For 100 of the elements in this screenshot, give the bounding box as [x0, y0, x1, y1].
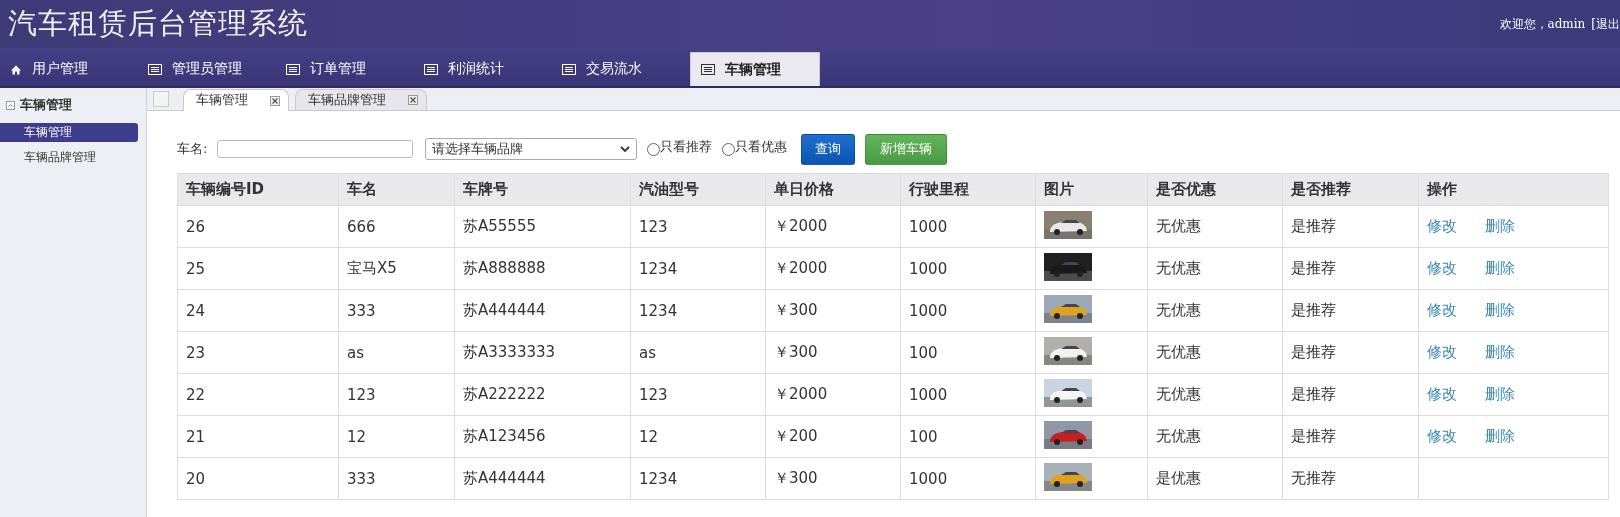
table-cell: 无优惠	[1147, 289, 1283, 332]
table-cell: 1000	[900, 373, 1036, 416]
table-cell: 无优惠	[1147, 247, 1283, 290]
list-icon	[424, 62, 438, 76]
table-cell: 苏A888888	[454, 247, 631, 290]
table-cell: 123	[630, 373, 766, 416]
field-label: 车名:	[177, 140, 208, 158]
logout-link[interactable]: [退出	[1591, 15, 1620, 33]
nav-tab[interactable]: 订单管理	[276, 52, 406, 86]
edit-link[interactable]: 修改	[1427, 301, 1457, 320]
delete-link[interactable]: 删除	[1485, 343, 1515, 362]
table-cell: as	[630, 331, 766, 374]
collapse-icon[interactable]	[6, 100, 15, 110]
column-header: 车辆编号ID	[177, 173, 339, 206]
table-cell: 123	[630, 205, 766, 248]
delete-link[interactable]: 删除	[1485, 385, 1515, 404]
table-cell: 20	[177, 457, 339, 500]
table-cell: 333	[338, 289, 455, 332]
delete-link[interactable]: 删除	[1485, 217, 1515, 236]
table-cell: ￥2000	[765, 247, 901, 290]
name-input-field[interactable]	[217, 140, 414, 158]
list-icon	[286, 62, 300, 76]
option-label: 只看优惠	[735, 137, 788, 156]
table-cell: 666	[338, 205, 455, 248]
column-header: 是否推荐	[1282, 173, 1419, 206]
table-cell: as	[338, 331, 455, 374]
table-cell: 无推荐	[1282, 457, 1419, 500]
table-cell: 100	[900, 415, 1036, 458]
column-header: 车牌号	[454, 173, 631, 206]
table-cell: 是推荐	[1282, 289, 1419, 332]
nav-tab[interactable]: 交易流水	[552, 52, 682, 86]
table-cell: 是推荐	[1282, 331, 1419, 374]
edit-link[interactable]: 修改	[1427, 259, 1457, 278]
sidebar-item[interactable]: 车辆管理	[0, 123, 138, 142]
edit-link[interactable]: 修改	[1427, 217, 1457, 236]
table-cell: 苏A444444	[454, 457, 631, 500]
table-cell: 是推荐	[1282, 373, 1419, 416]
table-cell: 苏A222222	[454, 373, 631, 416]
table-cell: 无优惠	[1147, 331, 1283, 374]
column-header: 图片	[1035, 173, 1148, 206]
table-cell: 无优惠	[1147, 415, 1283, 458]
table-cell: 100	[900, 331, 1036, 374]
table-cell: 333	[338, 457, 455, 500]
table-cell: 1234	[630, 289, 766, 332]
table-cell: 12	[630, 415, 766, 458]
nav-tab[interactable]: 用户管理	[0, 52, 130, 86]
table-cell: 无优惠	[1147, 205, 1283, 248]
table-cell: 无优惠	[1147, 373, 1283, 416]
table-cell: 苏A123456	[454, 415, 631, 458]
table-cell: ￥300	[765, 331, 901, 374]
brand-select[interactable]: 请选择车辆品牌	[425, 138, 638, 160]
delete-link[interactable]: 删除	[1485, 427, 1515, 446]
table-cell: 1234	[630, 247, 766, 290]
table-cell: 1000	[900, 205, 1036, 248]
table-cell: 23	[177, 331, 339, 374]
add-button[interactable]: 新增车辆	[865, 133, 948, 165]
table-cell: 苏A55555	[454, 205, 631, 248]
list-icon	[562, 62, 576, 76]
app-title: 汽车租赁后台管理系统	[8, 5, 308, 42]
search-button[interactable]: 查询	[801, 133, 856, 165]
delete-link[interactable]: 删除	[1485, 301, 1515, 320]
table-cell: 1000	[900, 289, 1036, 332]
table-cell: ￥2000	[765, 373, 901, 416]
radio-button[interactable]	[722, 142, 736, 156]
table-cell: 21	[177, 415, 339, 458]
list-icon	[701, 63, 715, 76]
edit-link[interactable]: 修改	[1427, 343, 1457, 362]
chevron-down-icon	[620, 145, 631, 153]
column-header: 操作	[1418, 173, 1609, 206]
table-cell: 24	[177, 289, 339, 332]
table-cell: ￥300	[765, 457, 901, 500]
table-cell: 1000	[900, 457, 1036, 500]
table-cell: 是推荐	[1282, 205, 1419, 248]
radio-button[interactable]	[647, 142, 661, 156]
table-cell: 苏A444444	[454, 289, 631, 332]
sidebar-item[interactable]: 车辆品牌管理	[0, 148, 138, 167]
column-header: 汽油型号	[630, 173, 766, 206]
table-cell: 1234	[630, 457, 766, 500]
table-cell: 是推荐	[1282, 247, 1419, 290]
table-cell: 12	[338, 415, 455, 458]
list-icon	[148, 62, 162, 76]
close-icon[interactable]	[270, 95, 280, 106]
close-icon[interactable]	[408, 95, 418, 105]
nav-tab[interactable]: 管理员管理	[138, 52, 268, 86]
column-header: 行驶里程	[900, 173, 1036, 206]
table-cell: 是推荐	[1282, 415, 1419, 458]
option-label: 只看推荐	[660, 137, 713, 156]
table-cell: 宝马X5	[338, 247, 455, 290]
delete-link[interactable]: 删除	[1485, 259, 1515, 278]
page-tab[interactable]: 车辆管理	[183, 89, 289, 111]
table-cell: ￥2000	[765, 205, 901, 248]
table-cell: 123	[338, 373, 455, 416]
column-header: 是否优惠	[1147, 173, 1283, 206]
edit-link[interactable]: 修改	[1427, 385, 1457, 404]
sidebar-group-title: 车辆管理	[20, 96, 72, 114]
nav-tab[interactable]: 车辆管理	[690, 52, 820, 86]
nav-tab[interactable]: 利润统计	[414, 52, 544, 86]
table-cell: ￥300	[765, 289, 901, 332]
edit-link[interactable]: 修改	[1427, 427, 1457, 446]
page-tab[interactable]: 车辆品牌管理	[295, 89, 427, 110]
